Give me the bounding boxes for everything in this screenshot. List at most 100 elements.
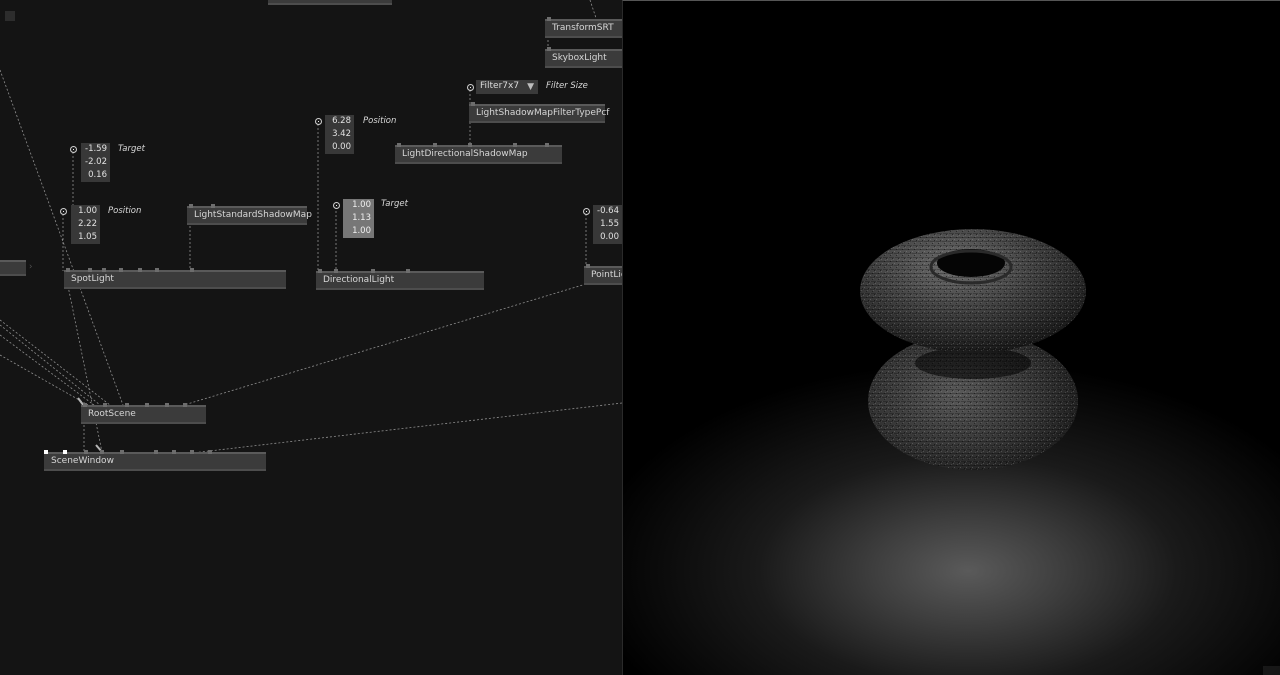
selection-handle[interactable] bbox=[44, 450, 48, 454]
point-position-pin[interactable] bbox=[583, 208, 590, 215]
node-port[interactable] bbox=[100, 450, 104, 454]
vector-y[interactable]: 2.22 bbox=[71, 218, 100, 231]
spot-target-pin[interactable] bbox=[70, 146, 77, 153]
node-port[interactable] bbox=[406, 269, 410, 273]
collapse-arrow-icon[interactable]: › bbox=[29, 262, 32, 272]
node-transform-srt[interactable]: TransformSRT bbox=[545, 17, 622, 38]
vector-z[interactable]: 1.00 bbox=[343, 225, 374, 238]
vector-y[interactable]: 3.42 bbox=[325, 128, 354, 141]
node-port[interactable] bbox=[371, 269, 375, 273]
node-port[interactable] bbox=[513, 143, 517, 147]
node-graph-editor[interactable]: TransformSRT SkyboxLight Filter7x7 ▼ Fil… bbox=[0, 0, 622, 675]
dir-position-pin[interactable] bbox=[315, 118, 322, 125]
node-port[interactable] bbox=[547, 17, 551, 21]
vector-z[interactable]: 1.05 bbox=[71, 231, 100, 244]
node-port[interactable] bbox=[88, 268, 92, 272]
vector-y[interactable]: 1.13 bbox=[343, 212, 374, 225]
collapsed-node-left[interactable] bbox=[0, 260, 26, 276]
node-port[interactable] bbox=[189, 204, 193, 208]
node-port[interactable] bbox=[145, 403, 149, 407]
node-port[interactable] bbox=[154, 450, 158, 454]
filter-size-value: Filter7x7 bbox=[480, 81, 520, 91]
node-label: PointLig bbox=[591, 270, 622, 280]
scene-render bbox=[623, 1, 1280, 675]
node-port[interactable] bbox=[119, 268, 123, 272]
node-port[interactable] bbox=[471, 102, 475, 106]
node-directional-light[interactable]: DirectionalLight bbox=[316, 269, 484, 290]
vector-z[interactable]: 0.00 bbox=[593, 231, 622, 244]
vector-x[interactable]: -0.64 bbox=[593, 205, 622, 218]
node-port[interactable] bbox=[547, 47, 551, 51]
wire bbox=[67, 285, 103, 453]
wire bbox=[183, 283, 587, 406]
point-position-vector[interactable]: -0.64 1.55 0.00 bbox=[593, 205, 622, 244]
node-skybox-light[interactable]: SkyboxLight bbox=[545, 47, 622, 68]
node-standard-shadow-map[interactable]: LightStandardShadowMap bbox=[187, 204, 312, 225]
vector-z[interactable]: 0.16 bbox=[81, 169, 110, 182]
node-port[interactable] bbox=[138, 268, 142, 272]
node-directional-shadow-map[interactable]: LightDirectionalShadowMap bbox=[395, 143, 562, 164]
node-root-scene[interactable]: RootScene bbox=[81, 403, 206, 424]
node-port[interactable] bbox=[211, 204, 215, 208]
wire bbox=[191, 402, 622, 454]
node-port[interactable] bbox=[433, 143, 437, 147]
node-port[interactable] bbox=[545, 143, 549, 147]
dir-position-vector[interactable]: 6.28 3.42 0.00 bbox=[325, 115, 354, 154]
wire bbox=[0, 324, 101, 406]
render-viewport[interactable] bbox=[622, 0, 1280, 675]
node-port[interactable] bbox=[468, 143, 472, 147]
vector-x[interactable]: -1.59 bbox=[81, 143, 110, 156]
node-port[interactable] bbox=[102, 268, 106, 272]
node-port[interactable] bbox=[66, 268, 70, 272]
node-port[interactable] bbox=[125, 403, 129, 407]
node-port[interactable] bbox=[190, 450, 194, 454]
resize-grip-icon[interactable] bbox=[1263, 666, 1280, 675]
filter-size-pin[interactable] bbox=[467, 84, 474, 91]
upper-torus bbox=[860, 229, 1086, 353]
dir-target-pin[interactable] bbox=[333, 202, 340, 209]
vector-z[interactable]: 0.00 bbox=[325, 141, 354, 154]
wire bbox=[0, 69, 124, 406]
node-point-light[interactable]: PointLig bbox=[584, 264, 622, 285]
node-port[interactable] bbox=[83, 403, 87, 407]
vector-y[interactable]: -2.02 bbox=[81, 156, 110, 169]
spot-position-pin[interactable] bbox=[60, 208, 67, 215]
dir-target-vector[interactable]: 1.00 1.13 1.00 bbox=[343, 199, 374, 238]
graph-tool-button[interactable] bbox=[5, 11, 15, 21]
node-port[interactable] bbox=[318, 269, 322, 273]
node-label: LightShadowMapFilterTypePcf bbox=[476, 108, 610, 118]
node-port[interactable] bbox=[586, 264, 590, 268]
node-scene-window[interactable]: SceneWindow bbox=[44, 450, 266, 471]
vector-x[interactable]: 1.00 bbox=[343, 199, 374, 212]
spot-position-vector[interactable]: 1.00 2.22 1.05 bbox=[71, 205, 100, 244]
selection-handle[interactable] bbox=[63, 450, 67, 454]
node-label: DirectionalLight bbox=[323, 275, 395, 285]
node-label: SpotLight bbox=[71, 274, 114, 284]
node-port[interactable] bbox=[120, 450, 124, 454]
node-label: TransformSRT bbox=[552, 23, 614, 33]
node-port[interactable] bbox=[84, 450, 88, 454]
node-shadow-filter-pcf[interactable]: LightShadowMapFilterTypePcf bbox=[469, 102, 609, 123]
node-label: SkyboxLight bbox=[552, 53, 607, 63]
node-port[interactable] bbox=[103, 403, 107, 407]
vector-x[interactable]: 6.28 bbox=[325, 115, 354, 128]
node-port[interactable] bbox=[397, 143, 401, 147]
wire bbox=[589, 0, 597, 19]
vector-y[interactable]: 1.55 bbox=[593, 218, 622, 231]
app-root: TransformSRT SkyboxLight Filter7x7 ▼ Fil… bbox=[0, 0, 1280, 675]
vector-x[interactable]: 1.00 bbox=[71, 205, 100, 218]
node-port[interactable] bbox=[183, 403, 187, 407]
spot-target-vector[interactable]: -1.59 -2.02 0.16 bbox=[81, 143, 110, 182]
node-spot-light[interactable]: SpotLight bbox=[64, 268, 286, 289]
node-port[interactable] bbox=[165, 403, 169, 407]
filter-size-dropdown[interactable]: Filter7x7 ▼ bbox=[476, 80, 538, 94]
node-port[interactable] bbox=[208, 450, 212, 454]
node-port[interactable] bbox=[334, 269, 338, 273]
wire-layer bbox=[0, 0, 622, 454]
node-port[interactable] bbox=[155, 268, 159, 272]
node-label: SceneWindow bbox=[51, 456, 114, 466]
node-port[interactable] bbox=[172, 450, 176, 454]
dropdown-arrow-icon: ▼ bbox=[527, 82, 534, 92]
collapsed-node[interactable] bbox=[268, 0, 392, 5]
node-port[interactable] bbox=[190, 268, 194, 272]
